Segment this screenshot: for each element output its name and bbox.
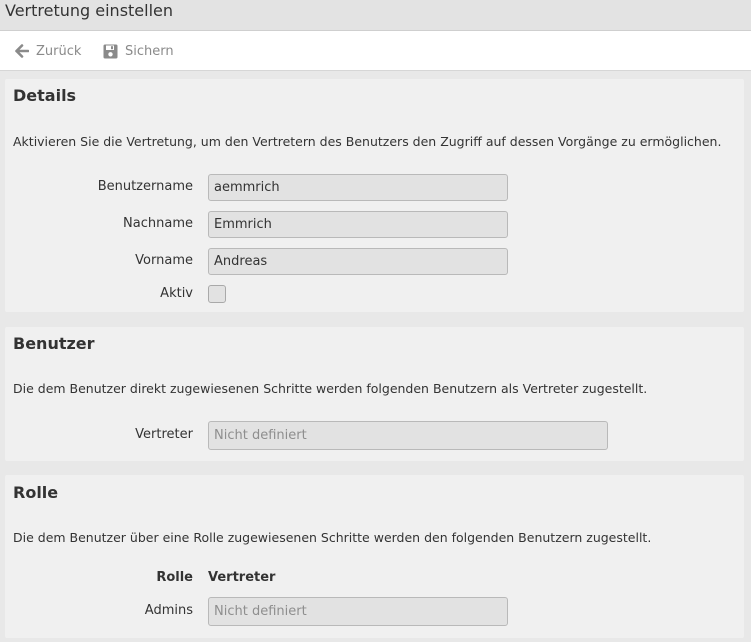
role-heading: Rolle	[13, 483, 59, 502]
user-description: Die dem Benutzer direkt zugewiesenen Sch…	[13, 381, 648, 396]
deputy-column-header: Vertreter	[208, 570, 276, 585]
floppy-disk-icon	[103, 44, 118, 59]
save-button-label: Sichern	[125, 43, 174, 59]
role-description: Die dem Benutzer über eine Rolle zugewie…	[13, 530, 652, 545]
back-button-label: Zurück	[36, 43, 82, 59]
title-bar: Vertretung einstellen	[0, 0, 751, 31]
role-column-header: Rolle	[156, 570, 193, 585]
role-panel: Rolle Die dem Benutzer über eine Rolle z…	[5, 475, 744, 638]
firstname-field[interactable]	[208, 248, 508, 275]
deputy-label: Vertreter	[135, 427, 193, 442]
toolbar: Zurück Sichern	[0, 31, 751, 71]
user-panel: Benutzer Die dem Benutzer direkt zugewie…	[5, 327, 744, 461]
page-title: Vertretung einstellen	[5, 1, 174, 20]
deputy-input[interactable]	[208, 421, 608, 450]
role-deputy-input[interactable]	[208, 597, 508, 626]
lastname-field[interactable]	[208, 211, 508, 238]
user-heading: Benutzer	[13, 334, 95, 353]
role-name: Admins	[144, 603, 193, 618]
save-button[interactable]: Sichern	[103, 31, 174, 71]
details-panel: Details Aktivieren Sie die Vertretung, u…	[5, 79, 744, 312]
username-field[interactable]	[208, 174, 508, 201]
main-content: Details Aktivieren Sie die Vertretung, u…	[0, 71, 751, 642]
details-description: Aktivieren Sie die Vertretung, um den Ve…	[13, 134, 722, 149]
active-checkbox[interactable]	[208, 285, 226, 303]
username-label: Benutzername	[97, 179, 193, 194]
lastname-label: Nachname	[123, 216, 193, 231]
arrow-left-icon	[15, 44, 29, 58]
active-label: Aktiv	[160, 286, 193, 301]
details-heading: Details	[13, 86, 77, 105]
back-button[interactable]: Zurück	[15, 31, 81, 71]
firstname-label: Vorname	[135, 253, 193, 268]
